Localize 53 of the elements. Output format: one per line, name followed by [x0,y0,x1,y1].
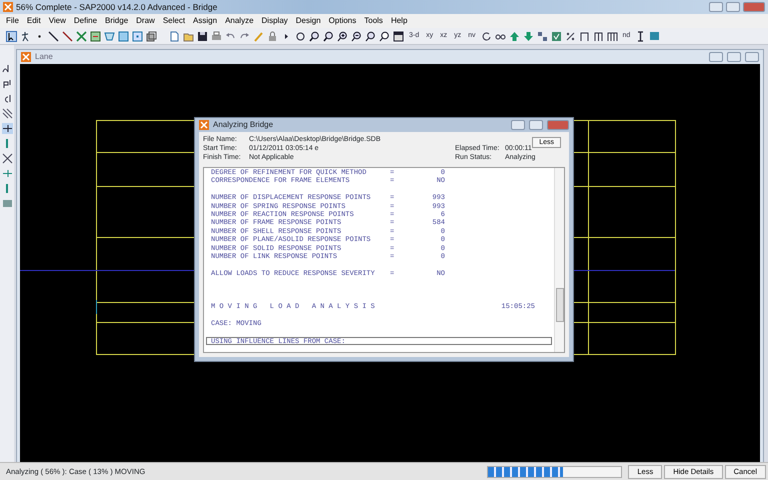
zoom-in-icon[interactable] [309,30,320,42]
child-window-title: Lane [35,51,54,63]
app-logo-icon [199,120,209,130]
menu-item[interactable]: Help [386,15,412,27]
rectangle-icon[interactable] [118,30,129,42]
zoom-icon[interactable] [365,30,376,42]
grid-options-icon[interactable] [536,30,548,42]
grid-icon[interactable] [90,30,101,42]
zoom-in-icon[interactable] [337,30,348,42]
pointer-icon[interactable] [6,30,17,42]
figure-icon[interactable] [20,30,31,42]
menu-item[interactable]: Analyze [221,15,258,27]
zoom-out-icon[interactable] [379,30,390,42]
new-file-icon[interactable] [169,30,180,42]
scrollbar-thumb[interactable] [556,288,564,322]
menu-item[interactable]: Bridge [101,15,132,27]
open-folder-icon[interactable] [183,30,194,42]
window-icon[interactable] [393,30,404,42]
refresh-icon[interactable] [480,30,492,42]
menu-item[interactable]: Tools [360,15,387,27]
frame-icon[interactable] [606,30,618,42]
printer-icon[interactable] [211,30,222,42]
menu-item[interactable]: Edit [22,15,45,27]
dialog-title: Analyzing Bridge [213,119,274,131]
menu-item[interactable]: View [44,15,70,27]
hatch-icon[interactable] [2,108,12,119]
app-logo-icon [3,2,13,12]
save-icon[interactable] [197,30,208,42]
zoom-out-icon[interactable] [351,30,362,42]
menu-item[interactable]: Select [158,15,190,27]
menu-item[interactable]: Options [324,15,360,27]
zoom-icon[interactable] [323,30,334,42]
line-icon[interactable] [62,30,73,42]
fraction-icon[interactable] [564,30,576,42]
area-icon[interactable] [104,30,115,42]
line-icon[interactable] [48,30,59,42]
square-point-icon[interactable] [132,30,143,42]
check-box-icon[interactable] [550,30,562,42]
lock-icon[interactable] [267,30,278,42]
menu-item[interactable]: Assign [189,15,222,27]
solid-icon[interactable] [146,30,157,42]
menu-item[interactable]: Design [292,15,325,27]
cross-brace-icon[interactable] [76,30,87,42]
menu-item[interactable]: Define [70,15,102,27]
frame-icon[interactable] [592,30,604,42]
menu-item[interactable]: File [2,15,23,27]
app-logo-icon [21,52,31,62]
window-title: 56% Complete - SAP2000 v14.2.0 Advanced - Bridge [16,0,218,14]
down-arrow-icon[interactable] [522,30,534,42]
scrollbar[interactable] [554,168,564,352]
frame-icon[interactable] [578,30,590,42]
menu-item[interactable]: Draw [132,15,159,27]
menu-item[interactable]: Display [258,15,292,27]
